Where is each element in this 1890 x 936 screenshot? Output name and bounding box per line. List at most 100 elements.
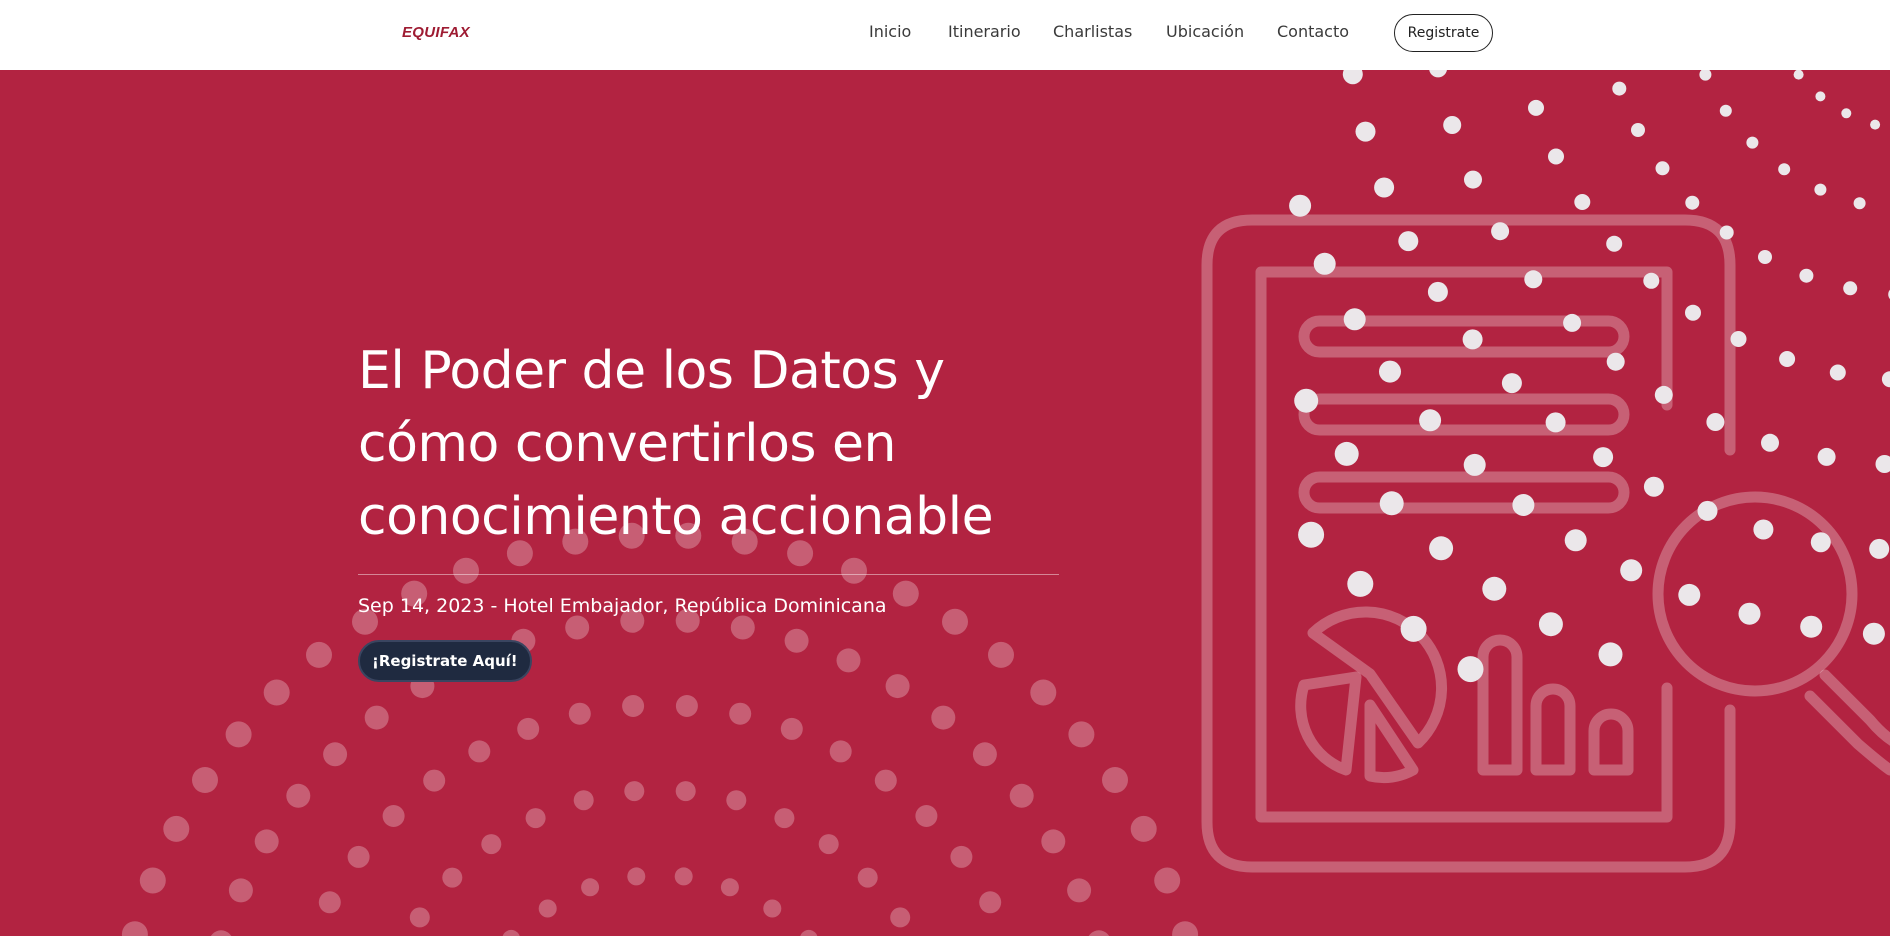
decorative-dot bbox=[121, 921, 148, 936]
decorative-dot bbox=[1313, 252, 1336, 275]
decorative-dot bbox=[1067, 878, 1092, 903]
decorative-dot bbox=[1853, 197, 1866, 210]
decorative-dot bbox=[1398, 231, 1419, 252]
hero-content: El Poder de los Datos y cómo convertirlo… bbox=[358, 335, 1059, 682]
decorative-dot bbox=[1298, 521, 1325, 548]
decorative-dot bbox=[1374, 177, 1395, 198]
decorative-dot bbox=[1779, 351, 1796, 367]
decorative-dot bbox=[622, 695, 645, 717]
decorative-dot bbox=[1730, 331, 1747, 347]
decorative-dot bbox=[442, 867, 463, 888]
document-icon bbox=[1201, 214, 1736, 873]
decorative-dot bbox=[1875, 455, 1890, 473]
decorative-dot bbox=[1130, 815, 1157, 842]
decorative-dot bbox=[254, 829, 279, 854]
nav-link-inicio[interactable]: Inicio bbox=[869, 22, 911, 41]
decorative-dot bbox=[890, 907, 911, 928]
decorative-dots-right bbox=[1289, 70, 1890, 683]
decorative-dot bbox=[409, 907, 430, 928]
decorative-dot bbox=[517, 717, 540, 740]
decorative-dot bbox=[481, 834, 502, 855]
decorative-dot bbox=[1491, 222, 1510, 241]
decorative-dot bbox=[979, 891, 1002, 914]
decorative-dot bbox=[972, 742, 997, 767]
decorative-dot bbox=[192, 767, 218, 793]
decorative-dot bbox=[1343, 308, 1366, 331]
decorative-dot bbox=[1631, 123, 1645, 137]
decorative-dot bbox=[139, 867, 166, 894]
decorative-dot bbox=[1154, 867, 1181, 894]
navbar: EQUIFAX Inicio Itinerario Charlistas Ubi… bbox=[0, 0, 1890, 70]
decorative-dot bbox=[1758, 250, 1772, 264]
decorative-dot bbox=[1829, 364, 1846, 381]
decorative-dot bbox=[874, 769, 897, 792]
decorative-dot bbox=[1429, 536, 1454, 561]
decorative-dot bbox=[1799, 268, 1814, 283]
decorative-dot bbox=[1719, 225, 1734, 240]
decorative-dot bbox=[624, 781, 645, 802]
register-nav-button[interactable]: Registrate bbox=[1394, 14, 1493, 52]
nav-link-itinerario[interactable]: Itinerario bbox=[948, 22, 1021, 41]
decorative-dot bbox=[763, 899, 782, 918]
decorative-dot bbox=[1501, 373, 1522, 394]
hero-divider bbox=[358, 574, 1059, 575]
decorative-dot bbox=[931, 705, 956, 730]
decorative-dot bbox=[1538, 612, 1563, 637]
decorative-dot bbox=[1612, 81, 1627, 96]
hero-title-line-3: conocimiento accionable bbox=[358, 487, 994, 547]
decorative-dot bbox=[1334, 441, 1359, 466]
decorative-dot bbox=[1347, 570, 1374, 597]
decorative-dot bbox=[1685, 195, 1700, 210]
nav-link-ubicacion[interactable]: Ubicación bbox=[1166, 22, 1244, 41]
decorative-dot bbox=[1654, 385, 1673, 404]
decorative-dot bbox=[538, 899, 557, 918]
decorative-dot bbox=[1379, 491, 1404, 516]
decorative-dot bbox=[1294, 388, 1319, 413]
decorative-dot bbox=[1528, 99, 1544, 116]
decorative-dot bbox=[1030, 679, 1057, 706]
decorative-dot bbox=[1793, 70, 1804, 80]
decorative-dot bbox=[163, 815, 190, 842]
hero-section: El Poder de los Datos y cómo convertirlo… bbox=[0, 70, 1890, 936]
hero-title: El Poder de los Datos y cómo convertirlo… bbox=[358, 335, 1058, 554]
nav-link-charlistas[interactable]: Charlistas bbox=[1053, 22, 1132, 41]
decorative-dot bbox=[857, 867, 878, 888]
decorative-dot bbox=[774, 808, 795, 829]
decorative-dot bbox=[1088, 930, 1110, 936]
decorative-dot bbox=[364, 705, 389, 730]
decorative-dot bbox=[1606, 352, 1625, 371]
decorative-dot bbox=[1172, 921, 1199, 936]
register-here-button[interactable]: ¡Registrate Aquí! bbox=[358, 640, 532, 682]
decorative-dot bbox=[1427, 281, 1448, 302]
decorative-dot bbox=[1843, 281, 1858, 296]
decorative-dot bbox=[627, 867, 646, 886]
decorative-dot bbox=[1563, 313, 1582, 332]
decorative-dot bbox=[525, 808, 546, 829]
decorative-dot bbox=[1815, 91, 1826, 102]
decorative-dot bbox=[1548, 148, 1564, 165]
decorative-dot bbox=[228, 878, 253, 903]
decorative-dot bbox=[1881, 371, 1890, 388]
decorative-dot bbox=[1564, 529, 1587, 552]
event-date-location: Sep 14, 2023 - Hotel Embajador, Repúblic… bbox=[358, 595, 887, 617]
decorative-dot bbox=[674, 867, 693, 886]
decorative-dot bbox=[1697, 500, 1718, 521]
decorative-dot bbox=[1443, 116, 1462, 134]
decorative-dot bbox=[1606, 235, 1623, 252]
decorative-dot bbox=[915, 805, 938, 827]
decorative-dot bbox=[1862, 622, 1885, 645]
main-nav: Inicio Itinerario Charlistas Ubicación C… bbox=[0, 22, 1890, 46]
decorative-dot bbox=[1009, 783, 1034, 808]
decorative-dot bbox=[502, 929, 520, 936]
decorative-dot bbox=[829, 740, 852, 763]
nav-link-contacto[interactable]: Contacto bbox=[1277, 22, 1349, 41]
decorative-dot bbox=[1545, 412, 1566, 433]
decorative-dot bbox=[573, 790, 594, 811]
decorative-dot bbox=[818, 834, 839, 855]
decorative-dot bbox=[1778, 163, 1791, 176]
decorative-dot bbox=[1598, 642, 1623, 667]
decorative-dot bbox=[1429, 70, 1447, 78]
decorative-dot bbox=[1419, 409, 1442, 432]
decorative-dot bbox=[347, 845, 370, 868]
decorative-dot bbox=[382, 805, 405, 827]
